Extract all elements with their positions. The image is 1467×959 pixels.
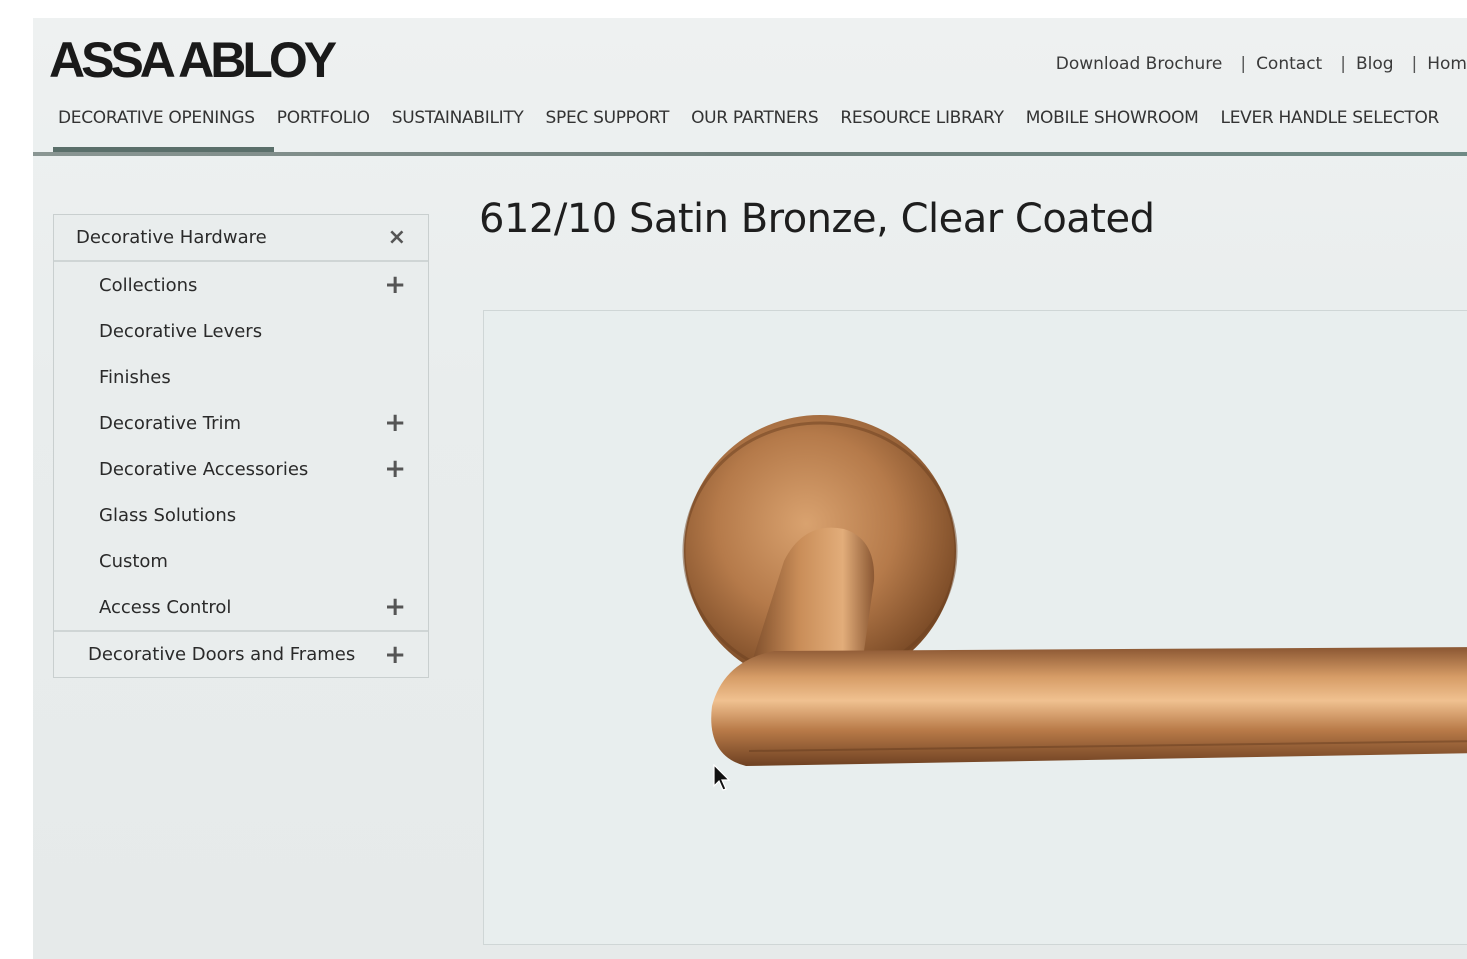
nav-our-partners[interactable]: OUR PARTNERS bbox=[680, 100, 829, 136]
sidebar-item-label: Custom bbox=[99, 550, 168, 572]
product-image-frame bbox=[483, 310, 1467, 945]
sidebar-item-label: Decorative Accessories bbox=[99, 458, 309, 480]
sidebar-item-decorative-trim[interactable]: Decorative Trim + bbox=[54, 400, 428, 446]
mouse-cursor-icon bbox=[713, 764, 731, 791]
nav-lever-handle-selector[interactable]: LEVER HANDLE SELECTOR bbox=[1210, 100, 1451, 136]
sidebar-item-custom[interactable]: Custom bbox=[54, 538, 428, 584]
home-link[interactable]: Hom bbox=[1417, 54, 1467, 74]
contact-link[interactable]: Contact bbox=[1246, 54, 1340, 74]
lever-bar bbox=[711, 647, 1467, 766]
plus-icon[interactable]: + bbox=[384, 642, 406, 668]
blog-link[interactable]: Blog bbox=[1346, 54, 1412, 74]
sidebar-item-label: Finishes bbox=[99, 366, 171, 388]
browser-screen: ASSA ABLOY Download Brochure | Contact |… bbox=[33, 18, 1467, 959]
main-nav: DECORATIVE OPENINGS PORTFOLIO SUSTAINABI… bbox=[53, 100, 1451, 152]
plus-icon[interactable]: + bbox=[384, 594, 406, 620]
plus-icon[interactable]: + bbox=[384, 272, 406, 298]
close-icon[interactable]: × bbox=[388, 226, 406, 249]
product-title: 612/10 Satin Bronze, Clear Coated bbox=[479, 196, 1155, 242]
plus-icon[interactable]: + bbox=[384, 456, 406, 482]
sidebar-item-access-control[interactable]: Access Control + bbox=[54, 584, 428, 630]
sidebar-item-glass-solutions[interactable]: Glass Solutions bbox=[54, 492, 428, 538]
nav-portfolio[interactable]: PORTFOLIO bbox=[266, 100, 381, 136]
download-brochure-link[interactable]: Download Brochure bbox=[1046, 54, 1241, 74]
nav-sustainability[interactable]: SUSTAINABILITY bbox=[381, 100, 535, 136]
nav-mobile-showroom[interactable]: MOBILE SHOWROOM bbox=[1015, 100, 1210, 136]
sidebar-item-finishes[interactable]: Finishes bbox=[54, 354, 428, 400]
plus-icon[interactable]: + bbox=[384, 410, 406, 436]
nav-decorative-openings[interactable]: DECORATIVE OPENINGS bbox=[53, 100, 274, 152]
sidebar-header-decorative-hardware[interactable]: Decorative Hardware × bbox=[54, 215, 428, 262]
sidebar-item-collections[interactable]: Collections + bbox=[54, 262, 428, 308]
sidebar-header-label: Decorative Hardware bbox=[76, 227, 267, 248]
nav-resource-library[interactable]: RESOURCE LIBRARY bbox=[829, 100, 1014, 136]
sidebar-item-label: Decorative Levers bbox=[99, 320, 263, 342]
sidebar-item-decorative-levers[interactable]: Decorative Levers bbox=[54, 308, 428, 354]
nav-divider bbox=[33, 152, 1467, 156]
utility-nav: Download Brochure | Contact | Blog | Hom bbox=[1046, 54, 1467, 74]
sidebar-item-label: Decorative Trim bbox=[99, 412, 242, 434]
assa-abloy-logo[interactable]: ASSA ABLOY bbox=[49, 32, 337, 88]
sidebar-item-label: Glass Solutions bbox=[99, 504, 237, 526]
sidebar-item-label: Access Control bbox=[99, 596, 232, 618]
sidebar-item-label: Decorative Doors and Frames bbox=[88, 644, 356, 665]
sidebar-item-label: Collections bbox=[99, 274, 198, 296]
nav-spec-support[interactable]: SPEC SUPPORT bbox=[535, 100, 681, 136]
sidebar-item-decorative-doors-and-frames[interactable]: Decorative Doors and Frames + bbox=[54, 630, 428, 677]
sidebar-item-decorative-accessories[interactable]: Decorative Accessories + bbox=[54, 446, 428, 492]
sidebar-menu: Decorative Hardware × Collections + Deco… bbox=[53, 214, 429, 678]
lever-handle-image bbox=[682, 415, 1467, 766]
